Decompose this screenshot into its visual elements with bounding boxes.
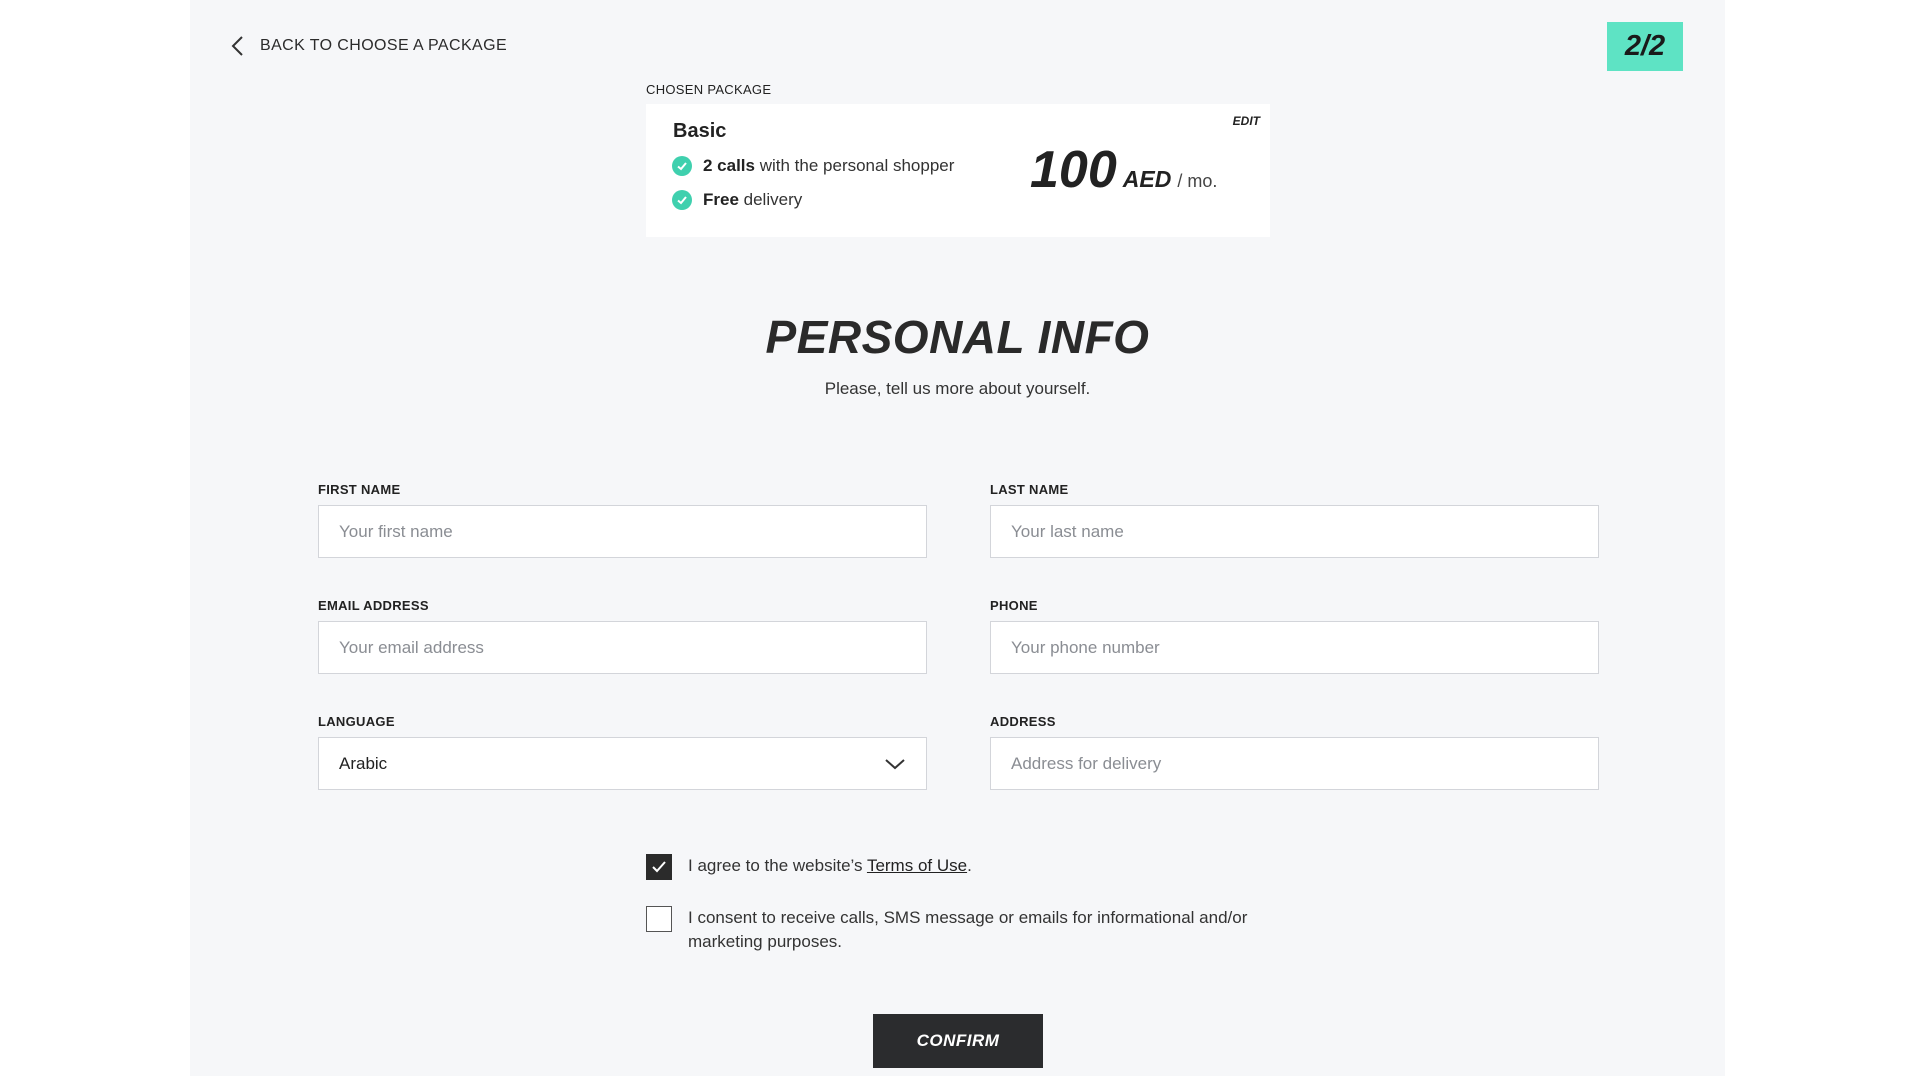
feature-text: 2 calls with the personal shopper bbox=[703, 156, 955, 175]
terms-checkbox[interactable] bbox=[646, 854, 672, 880]
price-amount: 100 bbox=[1030, 141, 1117, 199]
address-input[interactable] bbox=[990, 737, 1599, 790]
email-label: EMAIL ADDRESS bbox=[318, 598, 429, 613]
step-indicator: 2/2 bbox=[1607, 22, 1683, 71]
terms-consent-row: I agree to the website’s Terms of Use. bbox=[646, 854, 1326, 880]
language-selected-value: Arabic bbox=[339, 753, 388, 773]
terms-consent-text: I agree to the website’s Terms of Use. bbox=[688, 856, 972, 875]
page-subtitle: Please, tell us more about yourself. bbox=[824, 379, 1091, 398]
marketing-checkbox[interactable] bbox=[646, 906, 672, 932]
first-name-group: FIRST NAME bbox=[318, 482, 927, 558]
back-to-packages-link[interactable]: BACK TO CHOOSE A PACKAGE bbox=[230, 34, 507, 58]
phone-group: PHONE bbox=[990, 598, 1599, 674]
edit-package-button[interactable]: EDIT bbox=[1233, 114, 1260, 128]
language-label: LANGUAGE bbox=[318, 714, 395, 729]
first-name-label: FIRST NAME bbox=[318, 482, 401, 497]
phone-input[interactable] bbox=[990, 621, 1599, 674]
chosen-package-label: CHOSEN PACKAGE bbox=[646, 82, 772, 97]
phone-label: PHONE bbox=[990, 598, 1038, 613]
page-title: PERSONAL INFO bbox=[765, 311, 1150, 363]
marketing-consent-text: I consent to receive calls, SMS message … bbox=[688, 908, 1248, 951]
check-circle-icon bbox=[672, 156, 692, 176]
language-group: LANGUAGE Arabic bbox=[318, 714, 927, 790]
email-input[interactable] bbox=[318, 621, 927, 674]
package-name: Basic bbox=[673, 120, 727, 142]
price-currency: AED bbox=[1122, 166, 1172, 192]
chevron-left-icon bbox=[231, 36, 243, 56]
page-container: BACK TO CHOOSE A PACKAGE 2/2 CHOSEN PACK… bbox=[190, 0, 1725, 1076]
confirm-button[interactable]: CONFIRM bbox=[873, 1014, 1043, 1068]
address-label: ADDRESS bbox=[990, 714, 1056, 729]
check-circle-icon bbox=[672, 190, 692, 210]
address-group: ADDRESS bbox=[990, 714, 1599, 790]
chevron-down-icon bbox=[885, 758, 905, 769]
back-link-label: BACK TO CHOOSE A PACKAGE bbox=[260, 37, 508, 54]
first-name-input[interactable] bbox=[318, 505, 927, 558]
last-name-label: LAST NAME bbox=[990, 482, 1069, 497]
price-period: / mo. bbox=[1177, 171, 1218, 191]
last-name-group: LAST NAME bbox=[990, 482, 1599, 558]
package-feature: 2 calls with the personal shopper bbox=[672, 156, 954, 176]
language-select[interactable]: Arabic bbox=[318, 737, 927, 790]
package-feature: Free delivery bbox=[672, 190, 802, 210]
email-group: EMAIL ADDRESS bbox=[318, 598, 927, 674]
marketing-consent-row: I consent to receive calls, SMS message … bbox=[646, 906, 1326, 954]
feature-text: Free delivery bbox=[703, 190, 803, 209]
package-price: 100 AED / mo. bbox=[1030, 140, 1217, 200]
checkmark-icon bbox=[652, 861, 666, 873]
package-card: Basic 2 calls with the personal shopper … bbox=[646, 104, 1270, 237]
last-name-input[interactable] bbox=[990, 505, 1599, 558]
terms-of-use-link[interactable]: Terms of Use bbox=[867, 856, 967, 875]
